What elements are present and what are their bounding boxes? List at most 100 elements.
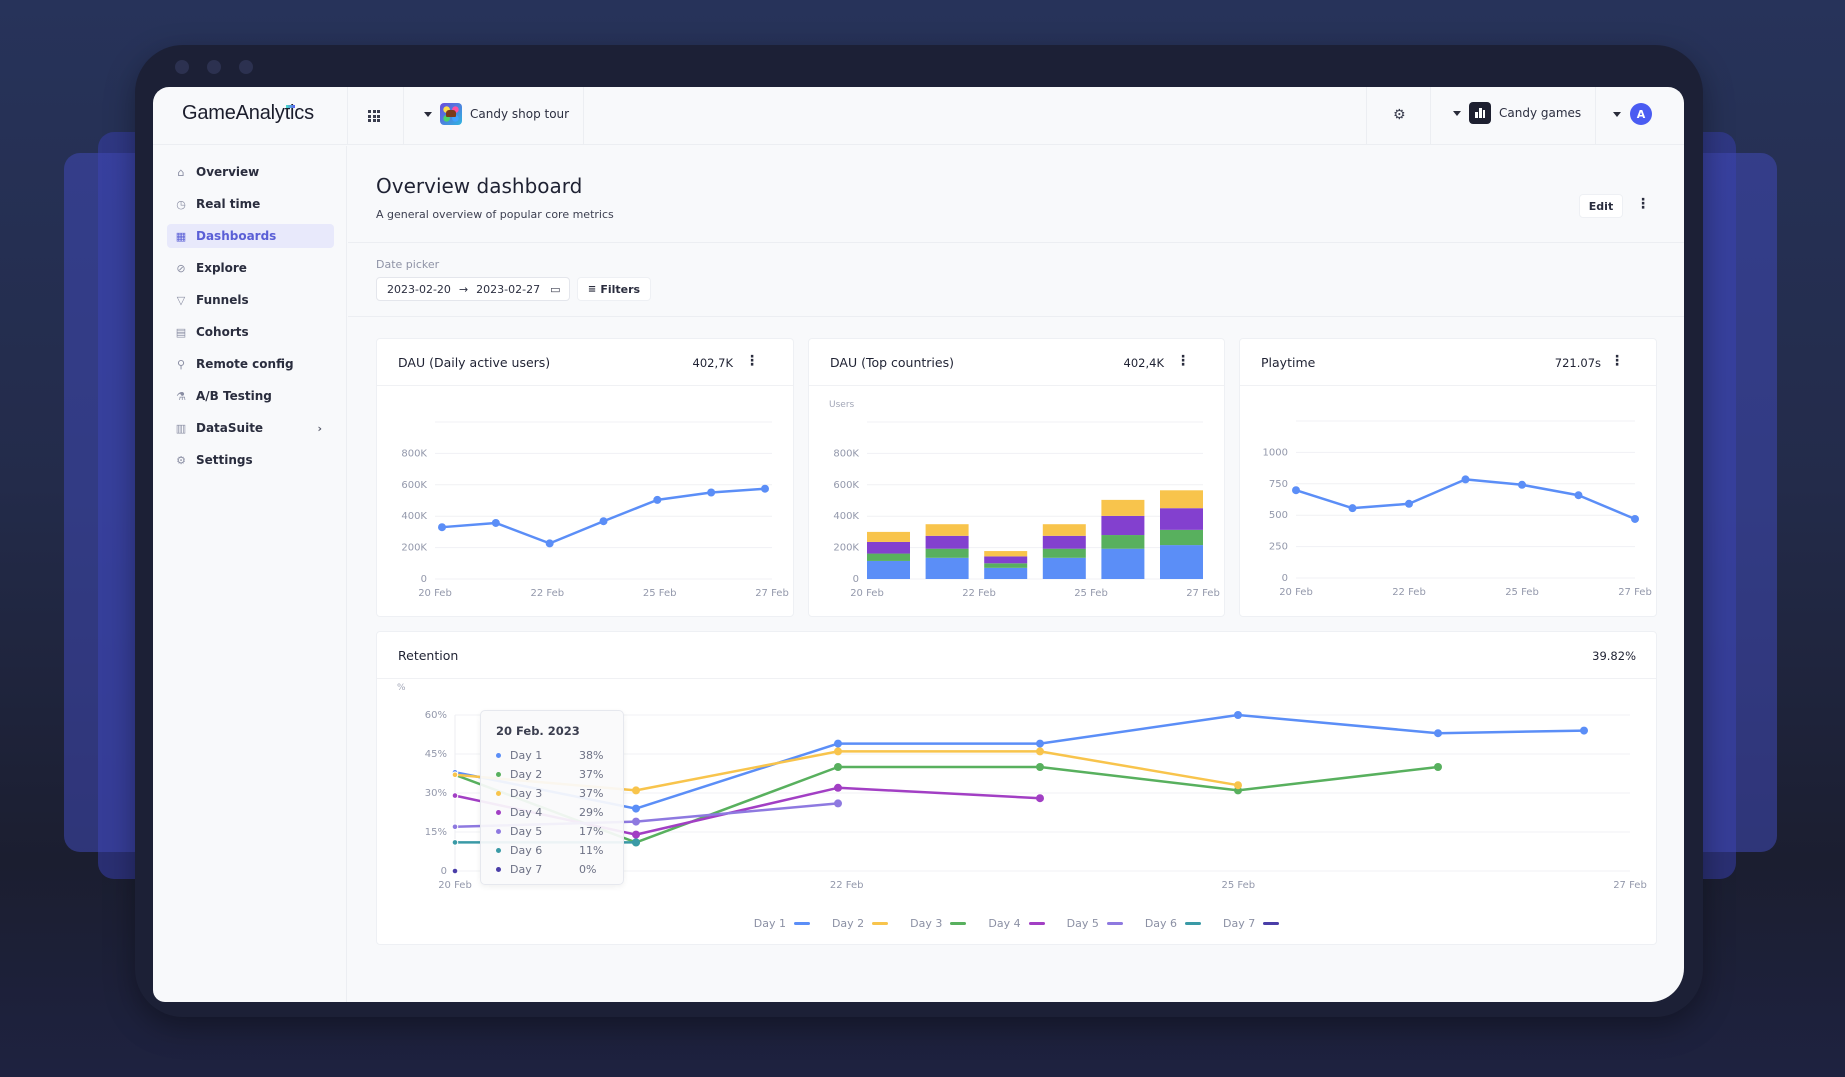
series-dot-icon <box>496 828 501 834</box>
legend-item[interactable]: Day 6 <box>1145 917 1202 930</box>
data-point <box>834 783 842 792</box>
org-selector-cell: Candy games <box>1430 87 1595 145</box>
game-selector-cell: Candy shop tour <box>403 87 583 145</box>
gear-icon[interactable]: ⚙ <box>1393 107 1406 123</box>
tooltip-series-label: Day 3 <box>510 786 543 800</box>
x-tick-label: 27 Feb <box>1613 880 1647 891</box>
card-title: DAU (Daily active users) <box>398 355 551 370</box>
sidebar-item-explore[interactable]: ⊘ Explore <box>167 256 334 280</box>
legend-swatch <box>793 922 810 925</box>
y-tick-label: 1000 <box>1263 447 1288 458</box>
x-tick-label: 22 Feb <box>830 880 864 891</box>
calendar-icon: ▭ <box>550 282 561 296</box>
tooltip-row: Day 7 0% <box>496 860 611 878</box>
game-selector-label: Candy shop tour <box>470 107 570 121</box>
more-options-icon[interactable]: ⋮ <box>745 354 759 368</box>
filters-button[interactable]: ≡ Filters <box>577 277 651 301</box>
sidebar-item-cohorts[interactable]: ▤ Cohorts <box>167 320 334 344</box>
data-point <box>1234 781 1242 790</box>
bar-segment <box>1101 535 1145 549</box>
sidebar-item-dashboards[interactable]: ▦ Dashboards <box>167 224 334 248</box>
card-header: DAU (Daily active users) 402,7K ⋮ <box>377 339 793 386</box>
x-tick-label: 22 Feb <box>531 588 565 599</box>
tooltip-row: Day 3 37% <box>496 784 611 802</box>
window-dot <box>207 60 221 74</box>
y-tick-label: 600K <box>833 480 859 491</box>
bar-segment <box>1042 548 1086 558</box>
sidebar-item-real-time[interactable]: ◷ Real time <box>167 192 334 216</box>
wrench-icon: ⚲ <box>176 357 186 371</box>
edit-button[interactable]: Edit <box>1579 194 1623 218</box>
data-point <box>707 488 716 497</box>
data-point <box>834 763 842 771</box>
sidebar-item-label: Explore <box>196 261 247 275</box>
sidebar-item-settings[interactable]: ⚙ Settings <box>167 448 334 472</box>
clock-icon: ◷ <box>176 197 186 211</box>
dashboard-grid-icon: ▦ <box>175 229 187 243</box>
y-tick-label: 400K <box>833 511 859 522</box>
more-options-icon[interactable]: ⋮ <box>1176 354 1190 368</box>
bar-segment <box>1160 529 1203 546</box>
series-dot-icon <box>496 866 501 872</box>
y-tick-label: 200K <box>833 543 859 554</box>
legend-swatch <box>1263 922 1280 925</box>
tooltip-series-label: Day 6 <box>510 843 543 857</box>
bar-segment <box>1160 508 1203 530</box>
game-selector[interactable]: Candy shop tour <box>424 103 569 125</box>
bar-segment <box>867 541 910 554</box>
series-line-day-1 <box>454 713 1585 810</box>
more-options-icon[interactable]: ⋮ <box>1610 354 1624 368</box>
card-title: Playtime <box>1261 355 1316 370</box>
y-tick-label: 15% <box>425 827 447 838</box>
data-point <box>451 823 459 831</box>
legend-item[interactable]: Day 3 <box>910 917 967 930</box>
y-tick-label: 500 <box>1269 510 1288 521</box>
legend-label: Day 7 <box>1223 917 1256 930</box>
organization-icon <box>1469 102 1491 124</box>
legend-label: Day 2 <box>831 917 865 930</box>
logo[interactable]: GameAnalytics <box>182 102 314 125</box>
legend-item[interactable]: Day 4 <box>988 917 1045 930</box>
card-headline-value: 721.07s <box>1554 356 1601 370</box>
tooltip-row: Day 1 38% <box>496 746 611 764</box>
data-point <box>632 830 640 839</box>
series-line-playtime <box>1295 478 1636 521</box>
legend-item[interactable]: Day 7 <box>1223 917 1280 930</box>
sidebar-item-funnels[interactable]: ▽ Funnels <box>167 288 334 312</box>
y-tick-label: 30% <box>425 788 447 799</box>
date-range-picker[interactable]: 2023-02-20 → 2023-02-27 ▭ <box>376 277 570 301</box>
page-title: Overview dashboard <box>376 174 583 198</box>
legend-item[interactable]: Day 5 <box>1067 917 1123 930</box>
legend-item[interactable]: Day 1 <box>754 917 810 930</box>
bar-segment <box>1101 499 1145 516</box>
y-tick-label: 800K <box>833 448 859 459</box>
series-dot-icon <box>496 752 501 758</box>
sidebar-item-overview[interactable]: ⌂ Overview <box>167 160 334 184</box>
legend-item[interactable]: Day 2 <box>831 917 889 930</box>
bar-segment <box>1160 490 1203 509</box>
top-header: GameAnalytics Candy shop tour ⚙ Candy ga… <box>153 87 1684 145</box>
chevron-down-icon <box>424 111 432 117</box>
window-dot <box>239 60 253 74</box>
apps-grid-icon[interactable] <box>368 110 380 122</box>
data-point <box>632 838 640 847</box>
series-dot-icon <box>496 771 501 777</box>
compass-icon: ⊘ <box>176 261 186 275</box>
user-menu[interactable]: A <box>1613 103 1652 125</box>
org-selector[interactable]: Candy games <box>1453 102 1581 124</box>
card-dau-countries: DAU (Top countries) 402,4K ⋮ Users 0 200K 4… <box>808 338 1225 617</box>
y-tick-label: 0 <box>1282 573 1288 584</box>
legend-label: Day 1 <box>753 917 786 930</box>
data-point <box>491 518 500 527</box>
chevron-down-icon <box>1613 111 1621 117</box>
sidebar-item-label: Overview <box>196 165 260 179</box>
more-options-icon[interactable]: ⋮ <box>1636 197 1650 211</box>
database-icon: ▥ <box>175 421 187 435</box>
sidebar-item-datasuite[interactable]: ▥ DataSuite › <box>167 416 334 440</box>
card-title: Retention <box>398 648 459 663</box>
x-tick-label: 20 Feb <box>850 588 884 599</box>
sidebar-item-remote-config[interactable]: ⚲ Remote config <box>167 352 334 376</box>
tooltip-title: 20 Feb. 2023 <box>496 724 580 738</box>
data-point <box>834 747 842 756</box>
sidebar-item-a-b-testing[interactable]: ⚗ A/B Testing <box>167 384 334 408</box>
